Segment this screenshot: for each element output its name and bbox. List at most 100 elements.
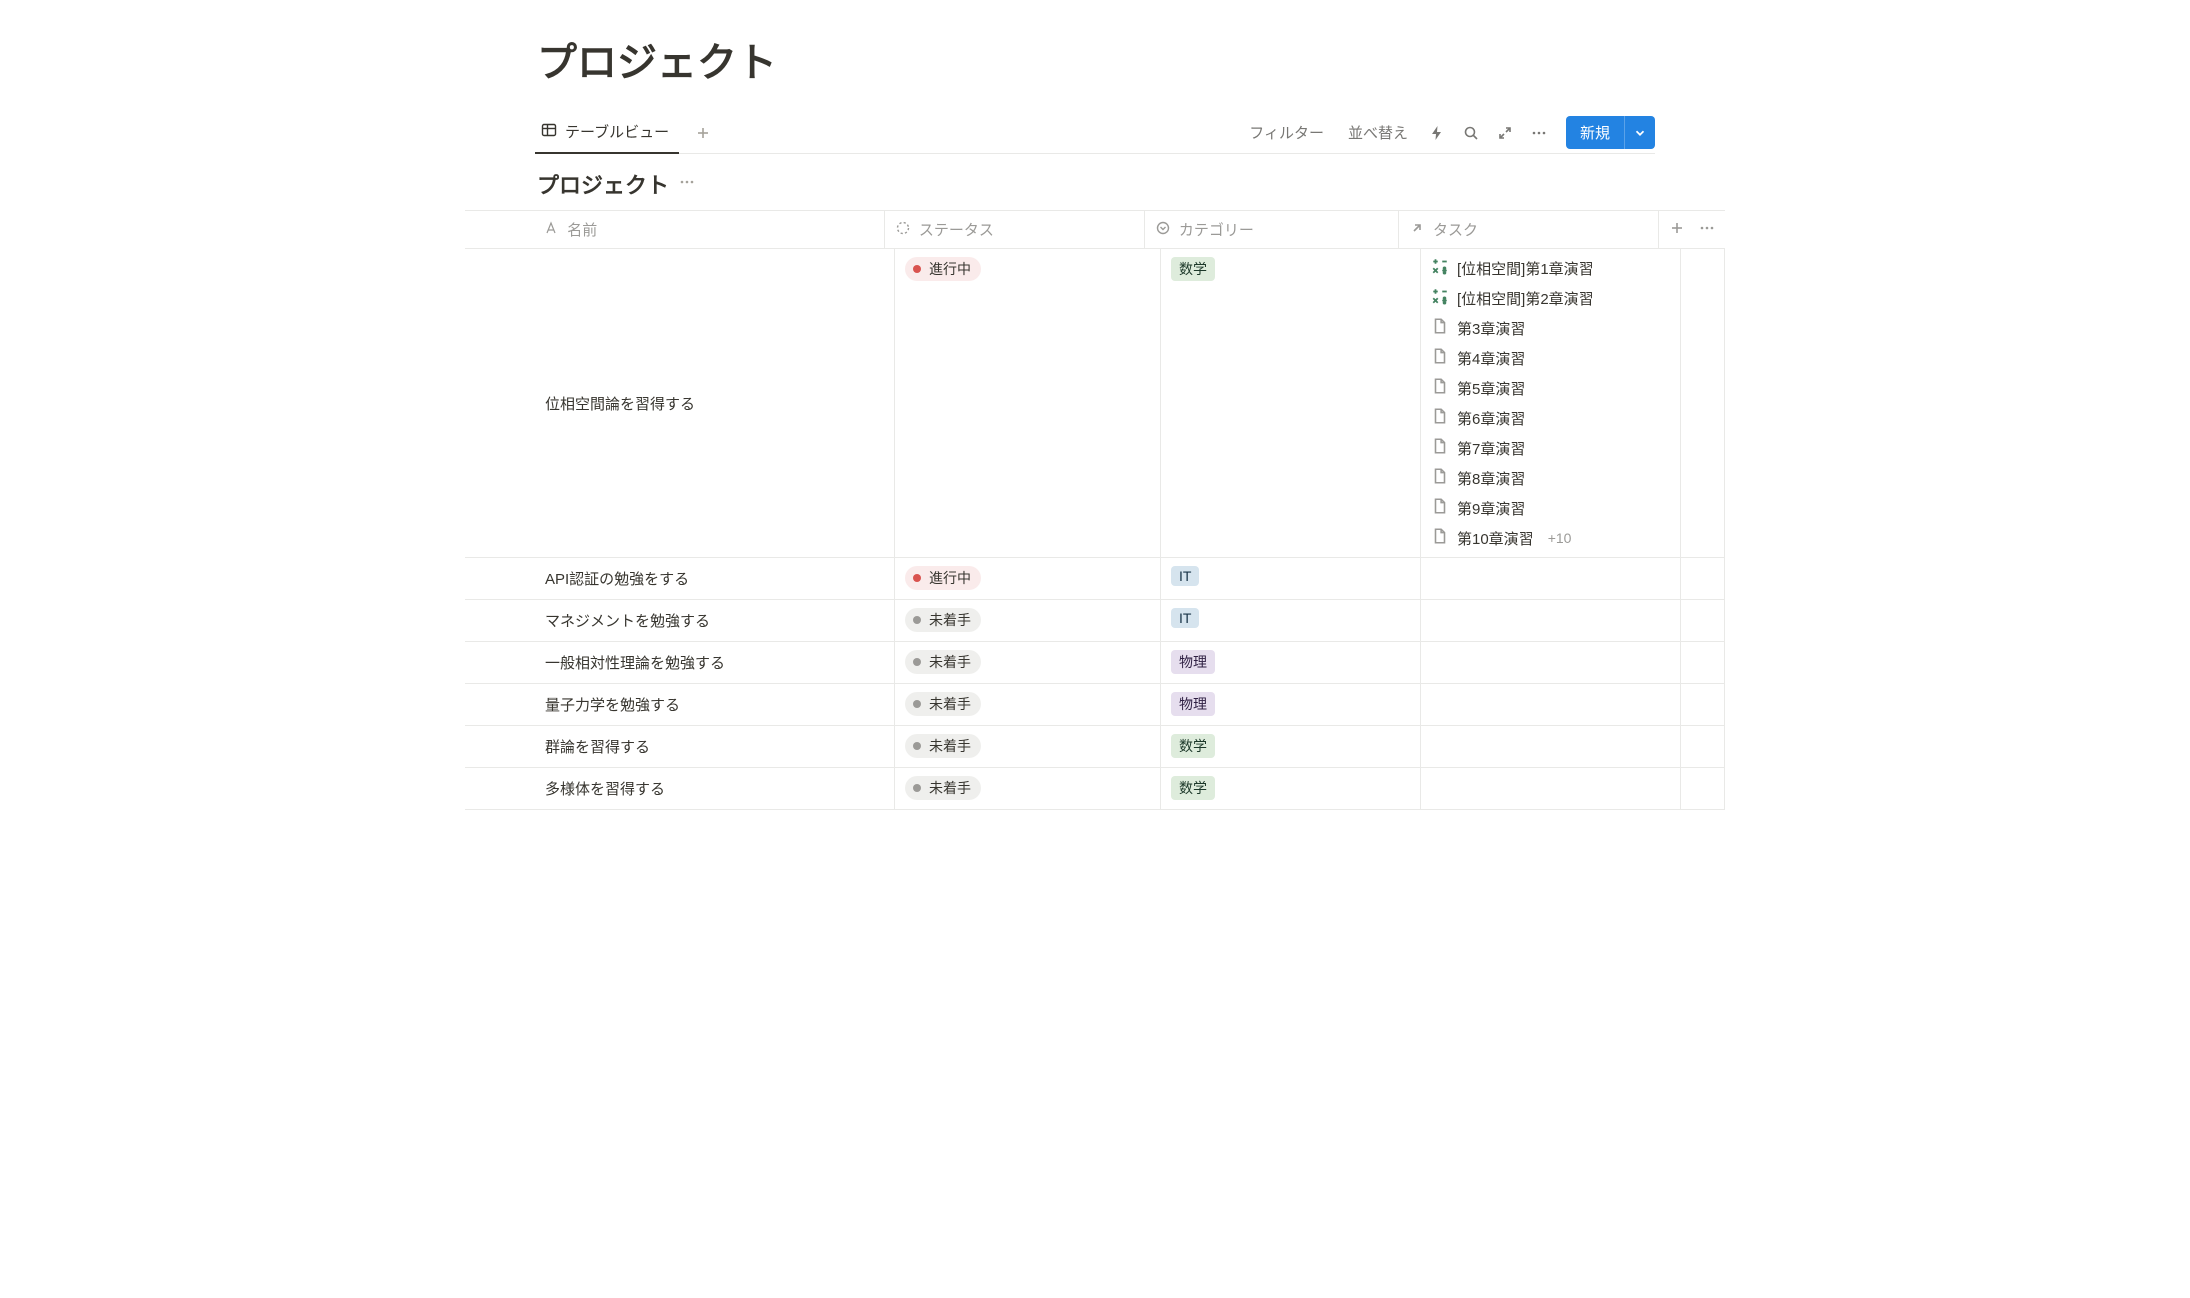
status-badge: 進行中: [905, 566, 981, 590]
cell-name[interactable]: 一般相対性理論を勉強する: [535, 642, 895, 683]
table-row[interactable]: 量子力学を勉強する未着手 物理: [465, 684, 1725, 726]
automation-icon[interactable]: [1422, 118, 1452, 148]
cell-status[interactable]: 未着手: [895, 642, 1161, 683]
category-tag: IT: [1171, 566, 1199, 586]
cell-tasks[interactable]: [1421, 600, 1681, 641]
task-link[interactable]: 第9章演習: [1431, 497, 1670, 519]
task-link[interactable]: 第6章演習: [1431, 407, 1670, 429]
cell-tasks[interactable]: [1421, 768, 1681, 809]
task-link[interactable]: [位相空間]第2章演習: [1431, 287, 1670, 309]
column-status[interactable]: ステータス: [885, 211, 1145, 248]
row-title: 一般相対性理論を勉強する: [545, 652, 725, 673]
column-more-icon[interactable]: [1699, 220, 1715, 239]
status-dot-icon: [913, 265, 921, 273]
cell-tasks[interactable]: [1421, 684, 1681, 725]
database-more-icon[interactable]: [679, 174, 695, 195]
task-link[interactable]: [位相空間]第1章演習: [1431, 257, 1670, 279]
page-icon: [1431, 497, 1449, 519]
category-tag: 物理: [1171, 650, 1215, 674]
row-title: API認証の勉強をする: [545, 568, 689, 589]
page-icon: [1431, 407, 1449, 429]
cell-tasks[interactable]: [1421, 642, 1681, 683]
column-name[interactable]: 名前: [533, 211, 885, 248]
tab-label: テーブルビュー: [565, 121, 669, 142]
row-title: 多様体を習得する: [545, 778, 665, 799]
column-label: カテゴリー: [1179, 219, 1254, 240]
row-title: 群論を習得する: [545, 736, 650, 757]
status-badge: 進行中: [905, 257, 981, 281]
cell-status[interactable]: 未着手: [895, 684, 1161, 725]
category-tag: 数学: [1171, 776, 1215, 800]
text-icon: [543, 220, 559, 240]
status-dot-icon: [913, 574, 921, 582]
table-row[interactable]: 多様体を習得する 未着手 数学: [465, 768, 1725, 810]
status-badge: 未着手: [905, 776, 981, 800]
page-title[interactable]: プロジェクト: [535, 30, 1655, 88]
cell-tasks[interactable]: [1421, 726, 1681, 767]
status-icon: [895, 220, 911, 240]
math-icon: [1431, 257, 1449, 279]
views-toolbar: テーブルビュー フィルター 並べ替え: [535, 112, 1655, 154]
page-icon: [1431, 377, 1449, 399]
status-badge: 未着手: [905, 692, 981, 716]
status-dot-icon: [913, 616, 921, 624]
cell-status[interactable]: 未着手: [895, 600, 1161, 641]
cell-status[interactable]: 進行中: [895, 558, 1161, 599]
column-tasks[interactable]: タスク: [1399, 211, 1659, 248]
column-label: タスク: [1433, 219, 1478, 240]
filter-button[interactable]: フィルター: [1239, 116, 1334, 149]
cell-category[interactable]: IT: [1161, 600, 1421, 641]
more-count[interactable]: +10: [1548, 530, 1572, 546]
status-dot-icon: [913, 658, 921, 666]
cell-name[interactable]: 位相空間論を習得する: [535, 249, 895, 557]
math-icon: [1431, 287, 1449, 309]
sort-button[interactable]: 並べ替え: [1338, 116, 1418, 149]
cell-name[interactable]: 多様体を習得する: [535, 768, 895, 809]
table-row[interactable]: API認証の勉強をする 進行中 IT: [465, 558, 1725, 600]
cell-status[interactable]: 未着手: [895, 726, 1161, 767]
task-link[interactable]: 第7章演習: [1431, 437, 1670, 459]
cell-category[interactable]: 数学: [1161, 726, 1421, 767]
page-icon: [1431, 527, 1449, 549]
column-label: 名前: [567, 219, 597, 240]
search-icon[interactable]: [1456, 118, 1486, 148]
cell-tasks[interactable]: [位相空間]第1章演習 [位相空間]第2章演習 第3章演習 第4章演習 第5章演…: [1421, 249, 1681, 557]
table-row[interactable]: 群論を習得する 未着手 数学: [465, 726, 1725, 768]
new-button[interactable]: 新規: [1566, 116, 1624, 149]
cell-tasks[interactable]: [1421, 558, 1681, 599]
cell-status[interactable]: 未着手: [895, 768, 1161, 809]
expand-icon[interactable]: [1490, 118, 1520, 148]
page-icon: [1431, 317, 1449, 339]
cell-category[interactable]: 数学: [1161, 249, 1421, 557]
cell-name[interactable]: 群論を習得する: [535, 726, 895, 767]
new-button-dropdown[interactable]: [1624, 116, 1655, 149]
status-badge: 未着手: [905, 734, 981, 758]
add-view-button[interactable]: [689, 119, 717, 147]
task-link[interactable]: 第8章演習: [1431, 467, 1670, 489]
task-link[interactable]: 第4章演習: [1431, 347, 1670, 369]
category-tag: 数学: [1171, 734, 1215, 758]
table-row[interactable]: マネジメントを勉強する未着手IT: [465, 600, 1725, 642]
task-link[interactable]: 第3章演習: [1431, 317, 1670, 339]
cell-name[interactable]: 量子力学を勉強する: [535, 684, 895, 725]
task-link[interactable]: 第5章演習: [1431, 377, 1670, 399]
table-row[interactable]: 一般相対性理論を勉強する 未着手 物理: [465, 642, 1725, 684]
task-link[interactable]: 第10章演習+10: [1431, 527, 1670, 549]
cell-status[interactable]: 進行中: [895, 249, 1161, 557]
cell-category[interactable]: IT: [1161, 558, 1421, 599]
column-category[interactable]: カテゴリー: [1145, 211, 1399, 248]
cell-category[interactable]: 物理: [1161, 684, 1421, 725]
cell-category[interactable]: 数学: [1161, 768, 1421, 809]
table-row[interactable]: 位相空間論を習得する進行中 数学 [位相空間]第1章演習 [位相空間]第2章演習 …: [465, 249, 1725, 558]
add-column-button[interactable]: [1669, 220, 1685, 239]
database-title[interactable]: プロジェクト: [537, 168, 669, 200]
cell-category[interactable]: 物理: [1161, 642, 1421, 683]
cell-name[interactable]: マネジメントを勉強する: [535, 600, 895, 641]
status-badge: 未着手: [905, 650, 981, 674]
more-icon[interactable]: [1524, 118, 1554, 148]
relation-icon: [1409, 220, 1425, 240]
tab-table-view[interactable]: テーブルビュー: [535, 113, 679, 154]
cell-name[interactable]: API認証の勉強をする: [535, 558, 895, 599]
status-dot-icon: [913, 742, 921, 750]
category-tag: 物理: [1171, 692, 1215, 716]
